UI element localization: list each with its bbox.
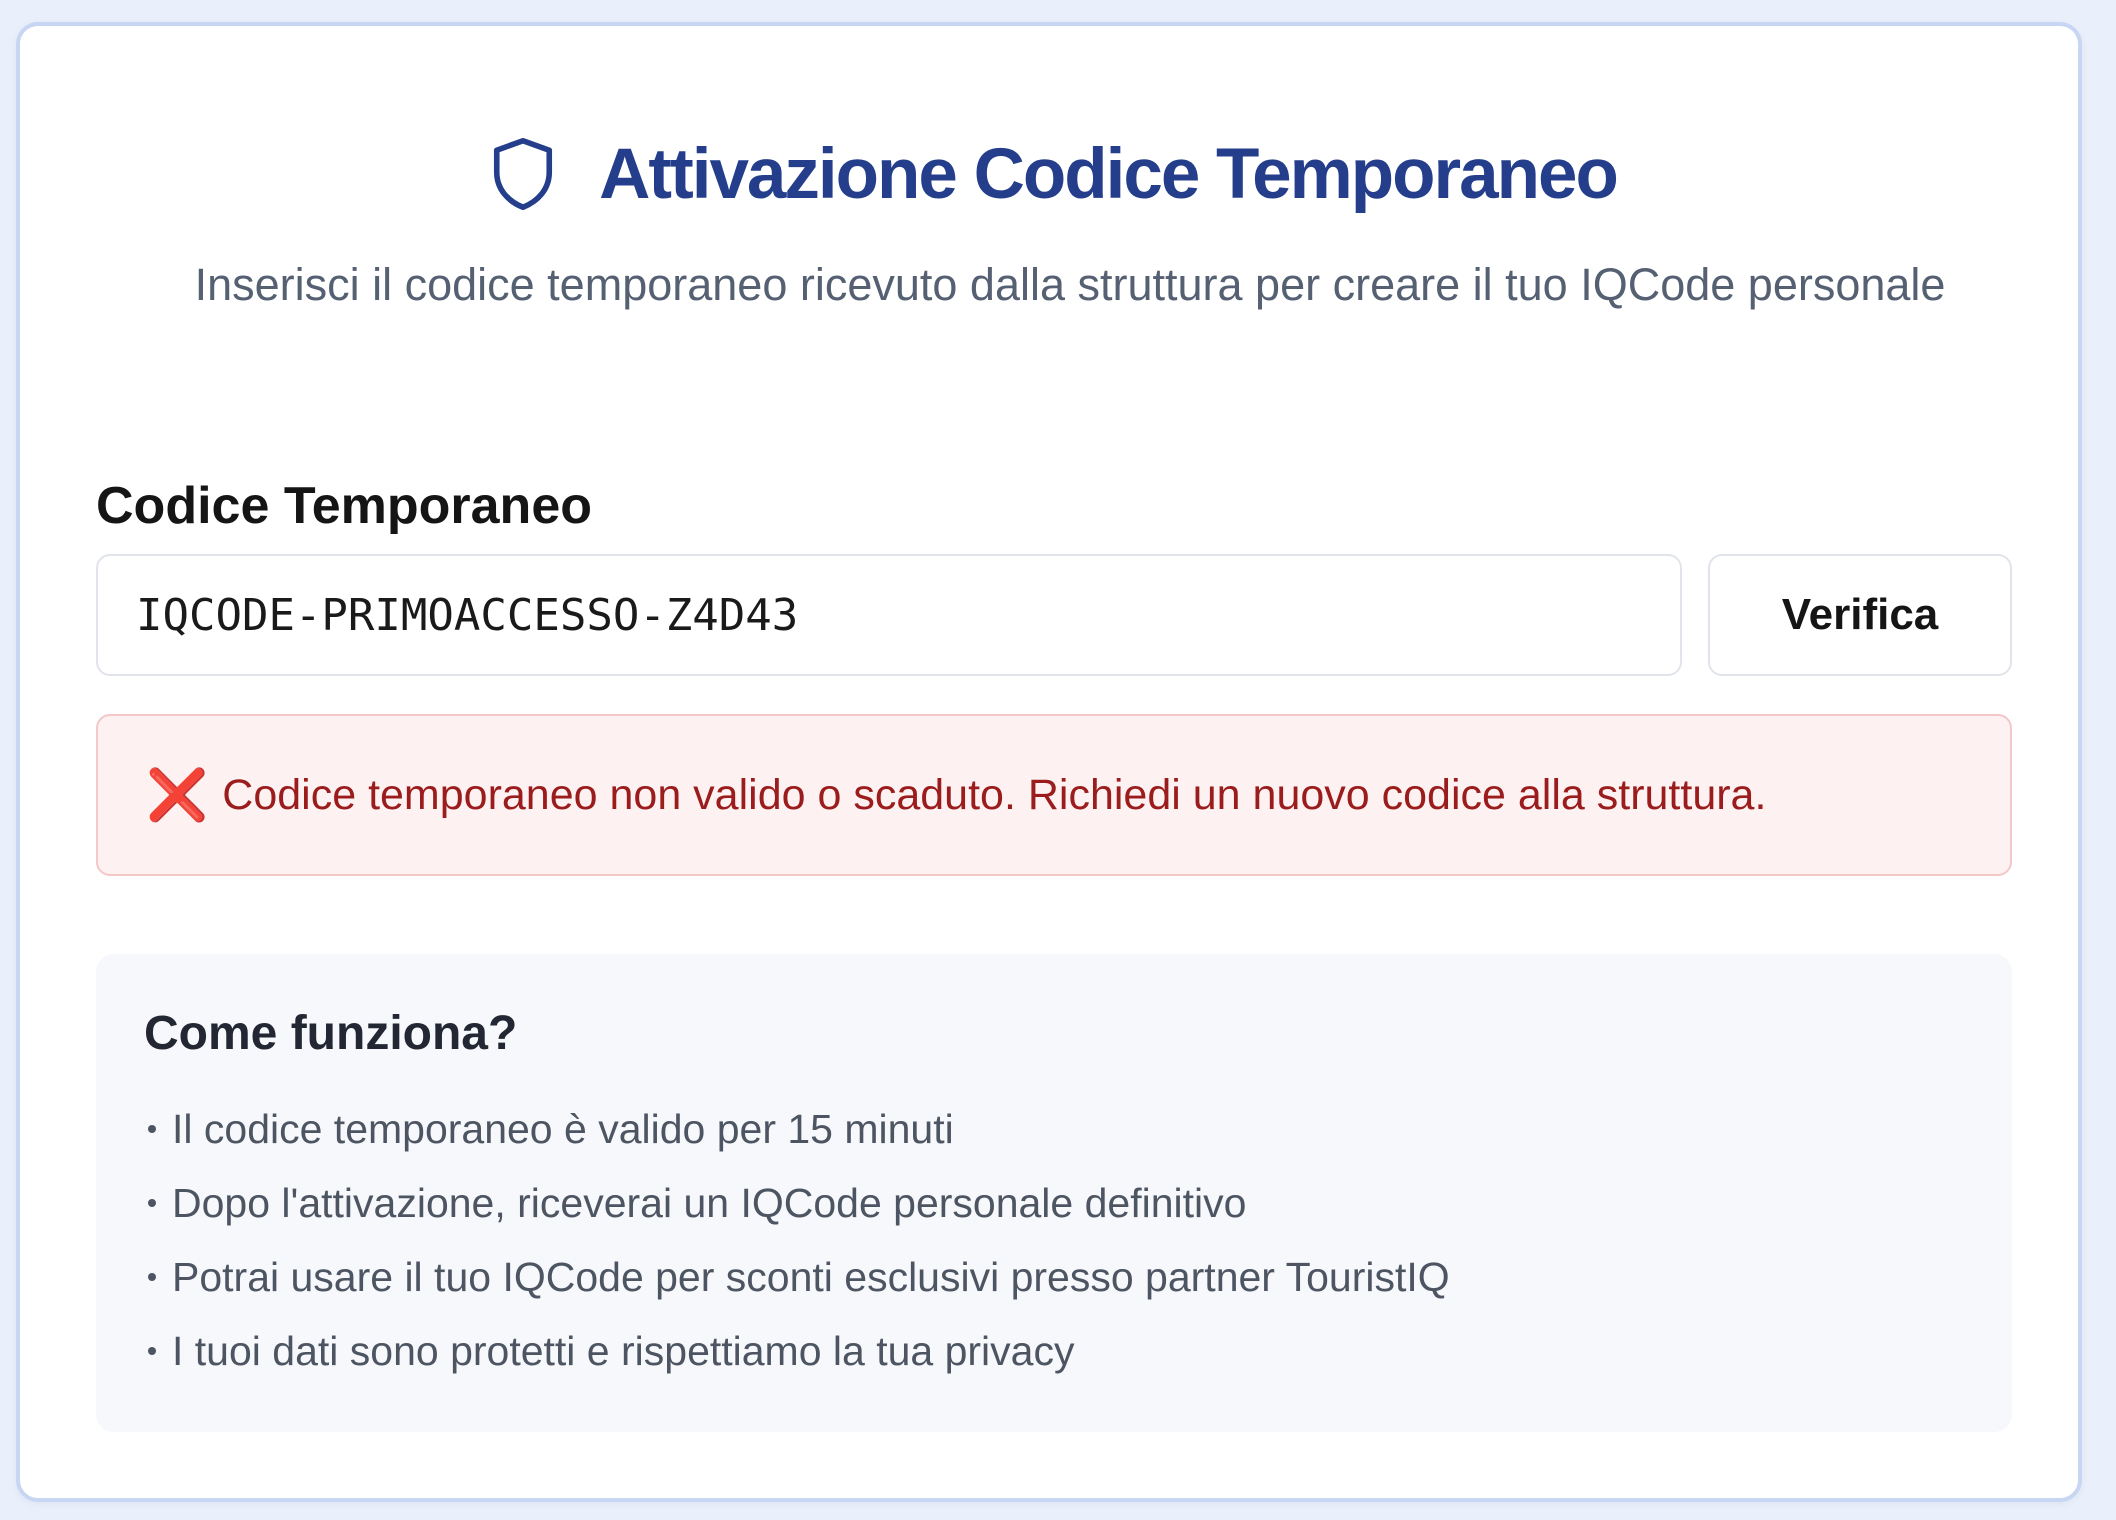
header: Attivazione Codice Temporaneo: [20, 126, 2078, 222]
how-it-works-list: Il codice temporaneo è valido per 15 min…: [144, 1092, 1964, 1388]
how-it-works-title: Come funziona?: [144, 1007, 518, 1060]
list-item-text: Potrai usare il tuo IQCode per sconti es…: [172, 1254, 1450, 1300]
list-item: Dopo l'attivazione, riceverai un IQCode …: [144, 1166, 1964, 1240]
list-item-text: Il codice temporaneo è valido per 15 min…: [172, 1106, 954, 1152]
list-item: Il codice temporaneo è valido per 15 min…: [144, 1092, 1964, 1166]
activation-card: Attivazione Codice Temporaneo Inserisci …: [16, 22, 2082, 1502]
error-x-icon: ❌: [146, 767, 209, 823]
page-subtitle: Inserisci il codice temporaneo ricevuto …: [194, 259, 1946, 310]
list-item-text: I tuoi dati sono protetti e rispettiamo …: [172, 1328, 1075, 1374]
page-title: Attivazione Codice Temporaneo: [599, 134, 1619, 214]
error-alert: ❌ Codice temporaneo non valido o scaduto…: [96, 714, 2012, 876]
list-item: Potrai usare il tuo IQCode per sconti es…: [144, 1240, 1964, 1314]
code-field-label: Codice Temporaneo: [96, 477, 593, 535]
how-it-works-panel: Come funziona? Il codice temporaneo è va…: [96, 954, 2012, 1432]
bullet-icon: [148, 1273, 156, 1281]
bullet-icon: [148, 1125, 156, 1133]
list-item-text: Dopo l'attivazione, riceverai un IQCode …: [172, 1180, 1247, 1226]
bullet-icon: [148, 1347, 156, 1355]
error-message: Codice temporaneo non valido o scaduto. …: [222, 770, 1767, 819]
bullet-icon: [148, 1199, 156, 1207]
shield-icon: [494, 137, 553, 211]
temporary-code-input[interactable]: [96, 554, 1682, 676]
verify-button[interactable]: Verifica: [1708, 554, 2012, 676]
list-item: I tuoi dati sono protetti e rispettiamo …: [144, 1314, 1964, 1388]
